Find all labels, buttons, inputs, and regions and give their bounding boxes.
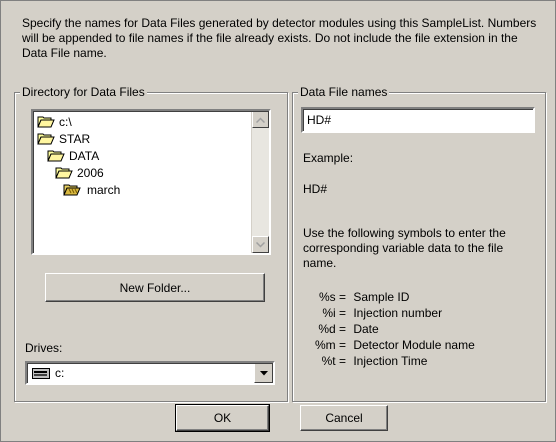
directory-group: Directory for Data Files c:\ STAR DATA 2… [14, 85, 288, 402]
tree-item-label: DATA [69, 149, 100, 163]
tree-item-label: c:\ [59, 115, 72, 129]
datafile-name-input-value: HD# [307, 113, 332, 127]
drives-label: Drives: [25, 341, 63, 355]
tree-item-march[interactable]: march [63, 182, 120, 198]
ok-button-label: OK [213, 411, 232, 425]
drives-select-value: c: [55, 366, 65, 380]
ok-button[interactable]: OK [175, 404, 270, 432]
directory-group-title: Directory for Data Files [20, 85, 147, 99]
symbol-key: %i = [322, 306, 346, 320]
chevron-down-icon [256, 241, 265, 248]
scroll-up-button[interactable] [252, 111, 269, 128]
cancel-button[interactable]: Cancel [300, 405, 388, 431]
dropdown-arrow-icon [259, 370, 268, 375]
tree-scrollbar[interactable] [251, 111, 269, 253]
symbol-row: %d = Date [303, 321, 379, 337]
drives-select[interactable]: c: [25, 361, 275, 385]
scroll-down-button[interactable] [252, 236, 269, 253]
symbol-key: %t = [321, 354, 346, 368]
datafile-name-input[interactable]: HD# [301, 107, 535, 133]
datafile-group: Data File names HD# Example: HD# Use the… [292, 85, 546, 402]
directory-tree[interactable]: c:\ STAR DATA 2006 march [31, 109, 271, 255]
open-folder-icon [47, 150, 65, 162]
symbol-desc: Injection number [353, 306, 443, 320]
open-folder-icon [37, 133, 55, 145]
symbol-desc: Sample ID [353, 290, 410, 304]
new-folder-button[interactable]: New Folder... [45, 273, 265, 302]
symbol-row: %i = Injection number [303, 305, 442, 321]
cancel-button-label: Cancel [325, 411, 363, 425]
tree-item-2006[interactable]: 2006 [55, 165, 104, 181]
example-value: HD# [303, 182, 328, 196]
open-folder-icon [37, 116, 55, 128]
new-folder-button-label: New Folder... [119, 280, 191, 295]
example-label: Example: [303, 151, 354, 165]
tree-item-star[interactable]: STAR [37, 131, 90, 147]
symbol-key: %s = [318, 290, 346, 304]
symbol-key: %d = [318, 322, 346, 336]
tree-item-data[interactable]: DATA [47, 148, 99, 164]
symbol-row: %t = Injection Time [303, 353, 428, 369]
symbol-row: %m = Detector Module name [303, 337, 475, 353]
tree-item-label: march [87, 183, 121, 197]
symbol-key: %m = [314, 338, 346, 352]
symbols-help-text: Use the following symbols to enter the c… [303, 226, 506, 270]
chevron-up-icon [256, 116, 265, 123]
open-folder-icon [55, 167, 73, 179]
tree-item-label: 2006 [77, 166, 104, 180]
drives-dropdown-button[interactable] [254, 363, 273, 383]
symbol-desc: Date [353, 322, 379, 336]
tree-item-label: STAR [59, 132, 91, 146]
hard-drive-icon [32, 368, 50, 379]
tree-item-root[interactable]: c:\ [37, 114, 72, 130]
symbol-row: %s = Sample ID [303, 289, 409, 305]
symbol-desc: Detector Module name [353, 338, 475, 352]
selected-open-folder-icon [63, 184, 81, 196]
intro-text: Specify the names for Data Files generat… [22, 16, 537, 60]
datafile-group-title: Data File names [298, 85, 390, 99]
symbol-desc: Injection Time [353, 354, 428, 368]
